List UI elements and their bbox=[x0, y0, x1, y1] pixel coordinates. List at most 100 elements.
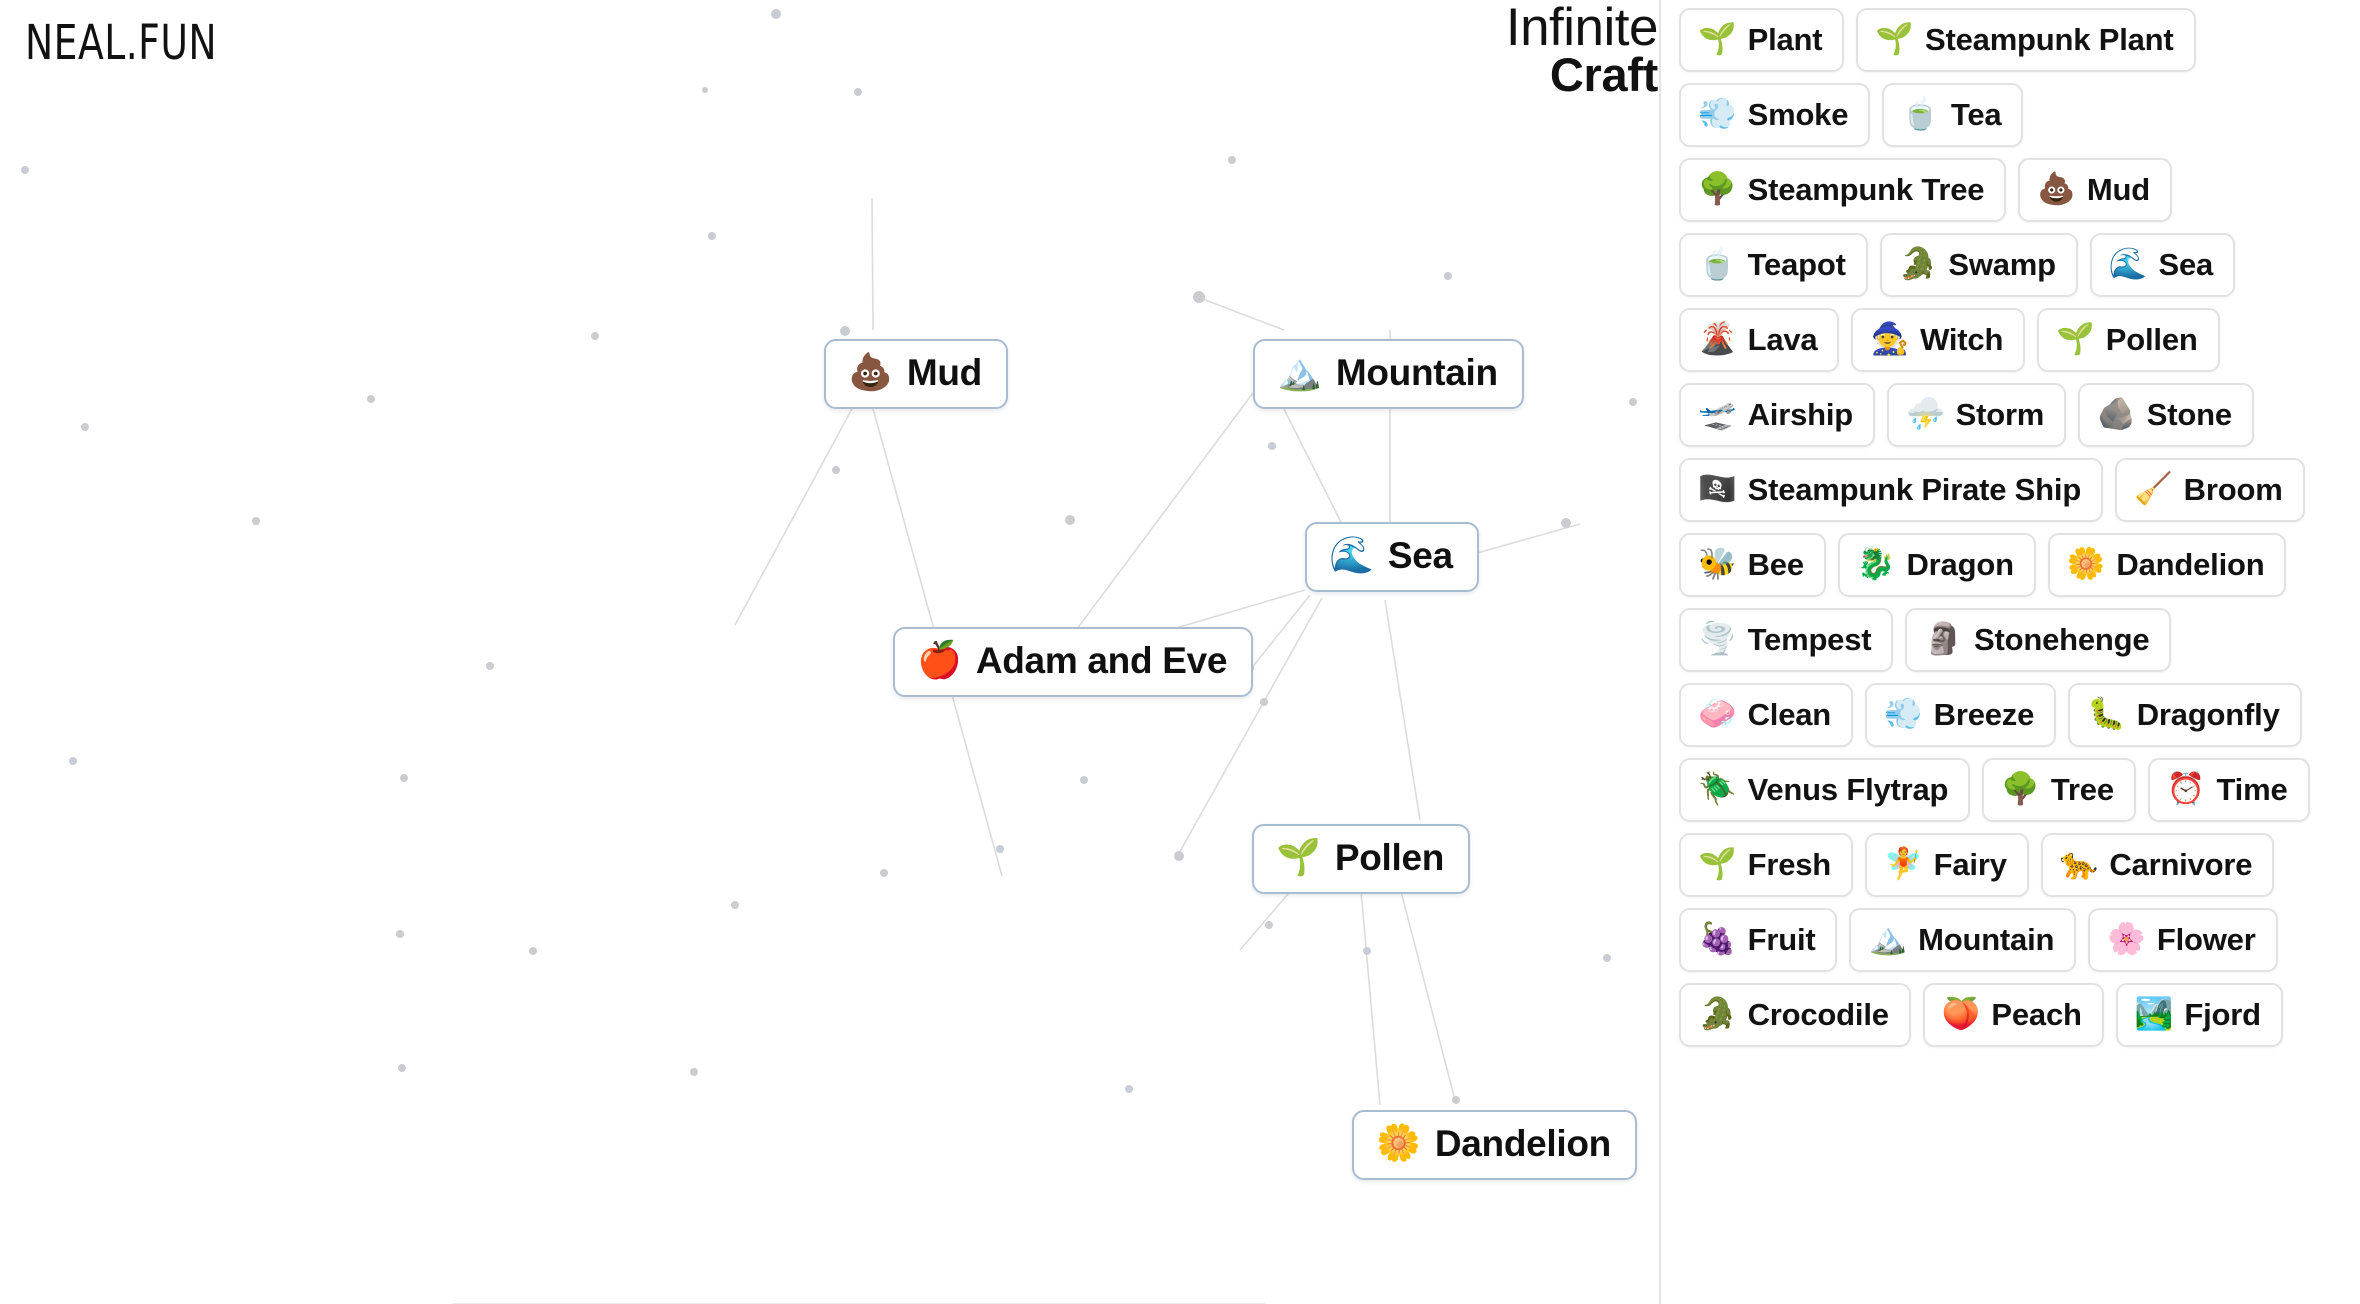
element-item-dragon[interactable]: 🐉 Dragon bbox=[1837, 533, 2036, 597]
particle-dot bbox=[1603, 954, 1611, 962]
element-item-airship[interactable]: 🛫 Airship bbox=[1679, 383, 1875, 447]
connection-line bbox=[1384, 599, 1421, 821]
canvas-node-label: Mountain bbox=[1335, 352, 1498, 393]
element-item-crocodile[interactable]: 🐊 Crocodile bbox=[1679, 983, 1911, 1047]
seedling-icon: 🌱 bbox=[1875, 20, 1915, 57]
dash-icon: 💨 bbox=[1698, 95, 1737, 132]
element-item-label: Tea bbox=[1950, 96, 2002, 132]
element-item-fruit[interactable]: 🍇 Fruit bbox=[1679, 908, 1838, 972]
element-item-peach[interactable]: 🍑 Peach bbox=[1922, 983, 2104, 1047]
element-item-mountain[interactable]: 🏔️ Mountain bbox=[1849, 908, 2077, 972]
element-item-label: Airship bbox=[1747, 396, 1854, 432]
element-item-swamp[interactable]: 🐊 Swamp bbox=[1879, 233, 2078, 297]
element-item-lava[interactable]: 🌋 Lava bbox=[1679, 308, 1840, 372]
element-item-carnivore[interactable]: 🐆 Carnivore bbox=[2040, 833, 2275, 897]
fairy-icon: 🧚 bbox=[1884, 845, 1923, 882]
particle-dot bbox=[708, 232, 716, 240]
wave-icon: 🌊 bbox=[1329, 534, 1374, 576]
element-item-stone[interactable]: 🪨 Stone bbox=[2078, 383, 2254, 447]
element-item-pollen[interactable]: 🌱 Pollen bbox=[2037, 308, 2220, 372]
moai-icon: 🗿 bbox=[1924, 620, 1963, 657]
particle-dot bbox=[486, 662, 494, 670]
canvas-node-mountain[interactable]: 🏔️ Mountain bbox=[1253, 339, 1524, 409]
particle-dot bbox=[1268, 442, 1276, 450]
element-item-steampunk-plant[interactable]: 🌱 Steampunk Plant bbox=[1856, 8, 2196, 72]
logo-line-craft: Craft bbox=[1549, 48, 1658, 102]
element-item-witch[interactable]: 🧙 Witch bbox=[1851, 308, 2026, 372]
connection-line bbox=[1049, 392, 1254, 666]
canvas-node-label: Sea bbox=[1387, 535, 1453, 576]
crafting-canvas[interactable]: NEAL.FUN Infinite Craft 💩 Mud 🏔️ Mountain 🌊 S… bbox=[0, 0, 1659, 1304]
element-item-label: Breeze bbox=[1933, 696, 2035, 732]
elements-sidebar[interactable]: 🌱 Plant 🌱 Steampunk Plant 💨 Smoke 🍵 Tea 🌳 Steampu… bbox=[1661, 0, 2360, 1304]
apple-icon: 🍎 bbox=[917, 639, 962, 681]
cherry-blossom-icon: 🌸 bbox=[2107, 920, 2146, 957]
canvas-node-mud[interactable]: 💩 Mud bbox=[824, 339, 1008, 409]
element-item-fairy[interactable]: 🧚 Fairy bbox=[1865, 833, 2029, 897]
particle-dot bbox=[1080, 776, 1088, 784]
neal-fun-logo[interactable]: NEAL.FUN bbox=[25, 14, 217, 71]
storm-cloud-icon: ⛈️ bbox=[1906, 395, 1945, 432]
canvas-node-dandelion[interactable]: 🌼 Dandelion bbox=[1352, 1110, 1637, 1180]
element-item-sea[interactable]: 🌊 Sea bbox=[2089, 233, 2236, 297]
connection-lines bbox=[734, 197, 1581, 1106]
element-item-broom[interactable]: 🧹 Broom bbox=[2115, 458, 2305, 522]
canvas-node-sea[interactable]: 🌊 Sea bbox=[1305, 522, 1479, 592]
particle-dot bbox=[840, 326, 850, 336]
element-item-mud[interactable]: 💩 Mud bbox=[2018, 158, 2173, 222]
element-item-clean[interactable]: 🧼 Clean bbox=[1679, 683, 1854, 747]
element-item-fresh[interactable]: 🌱 Fresh bbox=[1679, 833, 1854, 897]
element-item-label: Smoke bbox=[1747, 96, 1849, 132]
element-item-label: Dragonfly bbox=[2136, 696, 2280, 732]
wave-icon: 🌊 bbox=[2108, 245, 2148, 282]
element-item-dandelion[interactable]: 🌼 Dandelion bbox=[2047, 533, 2287, 597]
element-item-flower[interactable]: 🌸 Flower bbox=[2088, 908, 2278, 972]
element-item-bee[interactable]: 🐝 Bee bbox=[1679, 533, 1826, 597]
element-item-label: Fresh bbox=[1747, 846, 1832, 882]
grapes-icon: 🍇 bbox=[1698, 920, 1737, 957]
canvas-node-label: Adam and Eve bbox=[975, 640, 1228, 681]
particle-dot bbox=[1193, 291, 1205, 303]
connection-line bbox=[1281, 404, 1346, 531]
element-item-storm[interactable]: ⛈️ Storm bbox=[1887, 383, 2067, 447]
seedling-icon: 🌱 bbox=[2056, 320, 2095, 357]
element-item-venus-flytrap[interactable]: 🪲 Venus Flytrap bbox=[1679, 758, 1971, 822]
canvas-node-pollen[interactable]: 🌱 Pollen bbox=[1252, 824, 1471, 894]
element-item-steampunk-tree[interactable]: 🌳 Steampunk Tree bbox=[1679, 158, 2007, 222]
element-item-breeze[interactable]: 💨 Breeze bbox=[1865, 683, 2057, 747]
element-item-tea[interactable]: 🍵 Tea bbox=[1882, 83, 2024, 147]
element-item-dragonfly[interactable]: 🐛 Dragonfly bbox=[2068, 683, 2302, 747]
element-item-plant[interactable]: 🌱 Plant bbox=[1679, 8, 1845, 72]
connection-line bbox=[1397, 879, 1456, 1101]
particle-dot bbox=[1125, 1085, 1133, 1093]
bee-icon: 🐝 bbox=[1698, 545, 1737, 582]
connection-line bbox=[1359, 879, 1381, 1106]
element-item-teapot[interactable]: 🍵 Teapot bbox=[1679, 233, 1868, 297]
element-item-time[interactable]: ⏰ Time bbox=[2147, 758, 2310, 822]
element-item-label: Fjord bbox=[2184, 996, 2261, 1032]
element-item-stonehenge[interactable]: 🗿 Stonehenge bbox=[1905, 608, 2172, 672]
canvas-node-label: Mud bbox=[906, 352, 982, 393]
crocodile-icon: 🐊 bbox=[1698, 995, 1737, 1032]
element-item-smoke[interactable]: 💨 Smoke bbox=[1679, 83, 1871, 147]
tree-icon: 🌳 bbox=[2001, 770, 2040, 807]
pirate-flag-icon: 🏴‍☠️ bbox=[1698, 470, 1737, 507]
element-item-label: Pollen bbox=[2105, 321, 2198, 357]
element-item-label: Dragon bbox=[1906, 546, 2015, 582]
particle-dot bbox=[1444, 272, 1452, 280]
canvas-node-adam-and-eve[interactable]: 🍎 Adam and Eve bbox=[893, 627, 1254, 697]
connection-line bbox=[1469, 523, 1581, 556]
element-item-fjord[interactable]: 🏞️ Fjord bbox=[2115, 983, 2283, 1047]
element-item-steampunk-pirate-ship[interactable]: 🏴‍☠️ Steampunk Pirate Ship bbox=[1679, 458, 2104, 522]
particle-dot bbox=[702, 87, 708, 93]
element-item-tree[interactable]: 🌳 Tree bbox=[1982, 758, 2136, 822]
tornado-icon: 🌪️ bbox=[1698, 620, 1737, 657]
particle-dot bbox=[854, 88, 862, 96]
particle-dot bbox=[731, 901, 739, 909]
particle-dot bbox=[1629, 398, 1637, 406]
element-item-tempest[interactable]: 🌪️ Tempest bbox=[1679, 608, 1894, 672]
element-item-label: Lava bbox=[1747, 321, 1818, 357]
dragon-icon: 🐉 bbox=[1856, 545, 1896, 582]
element-item-label: Steampunk Plant bbox=[1925, 21, 2174, 57]
particle-dot bbox=[880, 869, 888, 877]
